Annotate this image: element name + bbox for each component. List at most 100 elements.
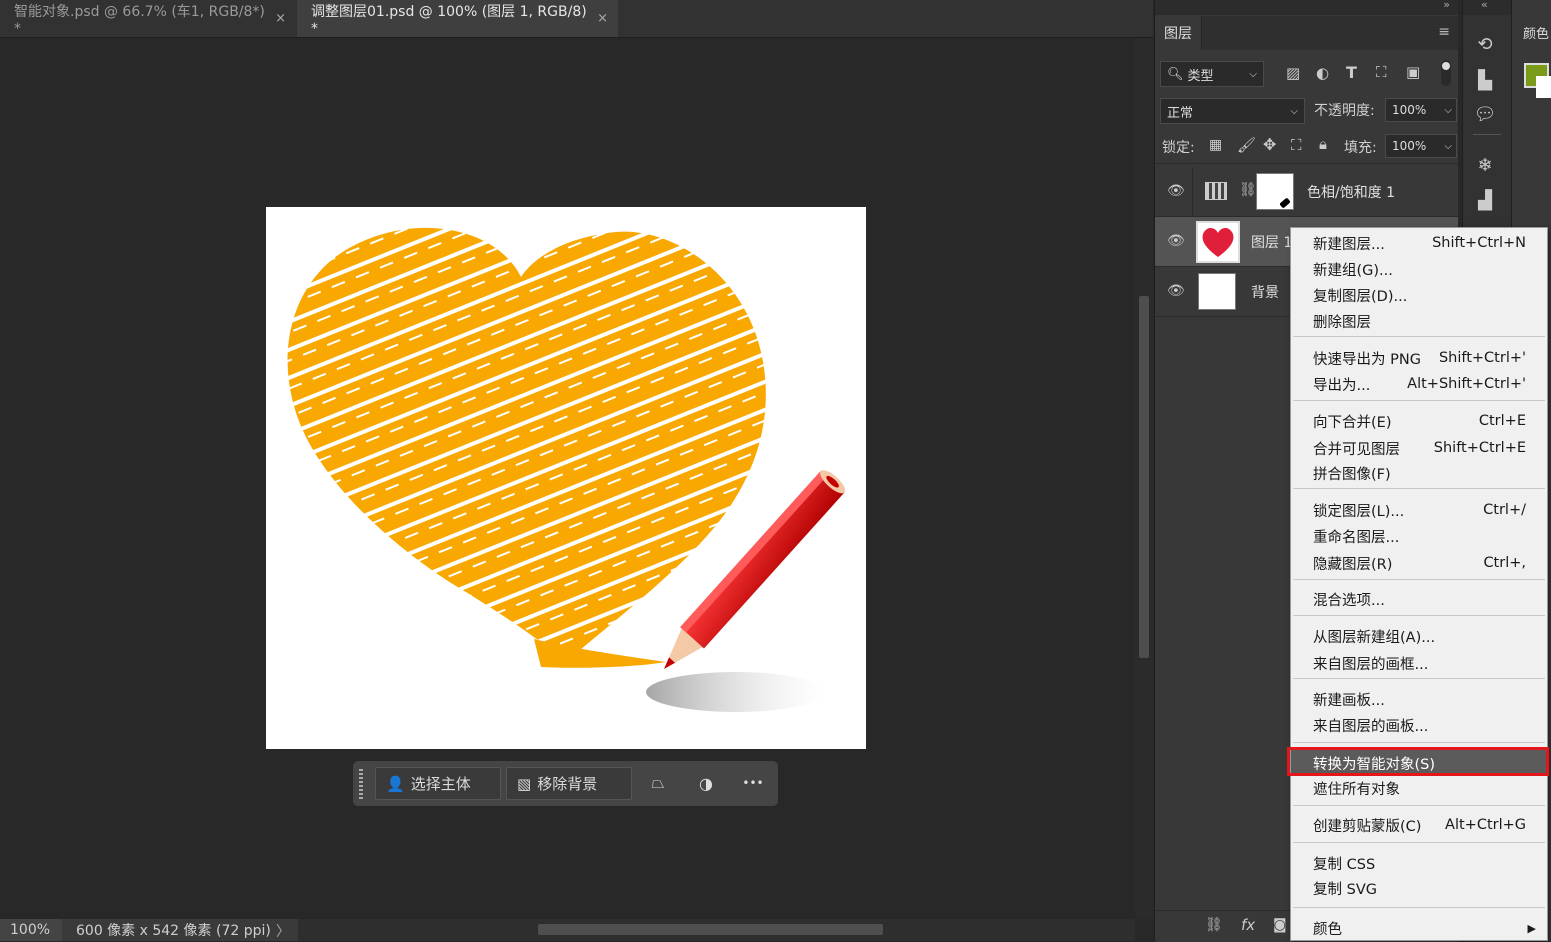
vertical-scrollbar[interactable] [1135,38,1153,919]
menu-item[interactable]: 混合选项... [1291,586,1547,612]
more-options-icon[interactable]: ••• [742,772,764,794]
remove-background-button[interactable]: ▧ 移除背景 [506,767,632,800]
heart-thumbnail-icon [1202,227,1234,257]
menu-item[interactable]: 复制 CSS [1291,850,1547,876]
menu-item[interactable]: 复制 SVG [1291,875,1547,901]
layer-mask-thumbnail[interactable] [1256,173,1294,210]
menu-item[interactable]: 删除图层 [1291,308,1547,334]
tab-color[interactable]: 颜色 [1523,23,1549,42]
link-icon[interactable]: ⛓︎ [1239,182,1257,198]
menu-item[interactable]: 导出为... Alt+Shift+Ctrl+' [1291,371,1547,397]
menu-item[interactable]: 复制图层(D)... [1291,282,1547,308]
add-mask-icon[interactable]: ◙ [1273,917,1287,933]
comments-icon[interactable]: 💬︎ [1473,102,1497,126]
menu-item[interactable]: 来自图层的画框... [1291,650,1547,676]
link-layers-icon[interactable]: ⛓︎ [1205,917,1223,933]
zoom-level[interactable]: 100% [0,919,62,941]
shape-filter-icon[interactable]: ⛶ [1376,63,1387,81]
eye-icon[interactable]: 👁︎ [1167,233,1185,249]
menu-item-label: 遮住所有对象 [1313,781,1400,798]
background-color-swatch[interactable] [1536,76,1551,98]
lock-artboard-icon[interactable]: ⛶ [1291,136,1302,154]
layer-row-hue-saturation[interactable]: 👁︎ ⛓︎ 色相/饱和度 1 [1155,167,1458,217]
menu-item[interactable]: 颜色 ▶ [1291,915,1547,941]
close-icon[interactable]: × [597,11,608,26]
eye-icon[interactable]: 👁︎ [1167,283,1185,299]
chevron-down-icon: ⌵ [1249,68,1257,80]
fill-input[interactable]: 100% ⌵ [1385,134,1457,158]
tab-layers[interactable]: 图层 [1155,16,1202,50]
fill-value: 100% [1392,139,1427,153]
menu-item-label: 新建画板... [1313,692,1385,709]
adjustment-filter-icon[interactable]: ◐ [1316,64,1329,82]
menu-separator [1293,488,1545,489]
type-filter-icon[interactable]: T [1346,63,1357,82]
menu-separator [1293,400,1545,401]
menu-item-label: 复制图层(D)... [1313,288,1408,305]
scroll-thumb[interactable] [538,924,883,935]
menu-item[interactable]: 遮住所有对象 [1291,775,1547,801]
menu-item[interactable]: 新建画板... [1291,686,1547,712]
horizontal-scrollbar[interactable] [298,919,1135,941]
blend-mode-select[interactable]: 正常 ⌵ [1160,98,1305,124]
filter-toggle[interactable] [1441,60,1451,86]
menu-item-shortcut: Alt+Shift+Ctrl+' [1407,376,1526,392]
drag-handle[interactable] [359,769,363,799]
lock-all-icon[interactable]: 🔒︎ [1319,135,1327,153]
scroll-thumb[interactable] [1139,296,1149,658]
select-subject-button[interactable]: 👤 选择主体 [375,767,501,800]
menu-item-label: 来自图层的画框... [1313,656,1429,673]
smart-object-filter-icon[interactable]: ▣ [1406,63,1420,81]
layer-name[interactable]: 背景 [1251,282,1279,302]
pixel-filter-icon[interactable]: ▨ [1286,64,1300,82]
menu-item[interactable]: 新建图层... Shift+Ctrl+N [1291,230,1547,256]
menu-separator [1293,579,1545,580]
menu-item[interactable]: 从图层新建组(A)... [1291,623,1547,649]
lock-transparent-icon[interactable]: ▦ [1209,137,1222,153]
menu-item[interactable]: 创建剪贴蒙版(C) Alt+Ctrl+G [1291,812,1547,838]
navigator-icon[interactable]: ❄ [1473,153,1497,177]
menu-separator [1293,805,1545,806]
fill-label: 填充: [1344,140,1377,156]
collapse-icon[interactable]: » [1443,0,1450,11]
menu-item[interactable]: 隐藏图层(R) Ctrl+, [1291,550,1547,576]
tab-smart-object[interactable]: 智能对象.psd @ 66.7% (车1, RGB/8*) * × [0,0,296,37]
opacity-input[interactable]: 100% ⌵ [1385,98,1457,122]
history-icon[interactable]: ⟲ [1473,32,1497,56]
tab-label: 智能对象.psd @ 66.7% (车1, RGB/8*) * [14,3,265,37]
layer-filter-select[interactable]: 🔍︎ 类型 ⌵ [1160,61,1264,87]
document-info: 600 像素 x 542 像素 (72 ppi) [76,923,271,939]
document-canvas[interactable] [266,207,866,749]
menu-item[interactable]: 合并可见图层 Shift+Ctrl+E [1291,435,1547,461]
select-subject-label: 选择主体 [410,775,471,793]
tab-adjust-layer[interactable]: 调整图层01.psd @ 100% (图层 1, RGB/8) * × [297,0,618,37]
panel-menu-icon[interactable]: ≡ [1438,24,1450,40]
menu-item[interactable]: 来自图层的画板... [1291,712,1547,738]
plugins-icon[interactable]: ▙ [1473,68,1497,92]
expand-icon[interactable]: « [1481,0,1488,11]
close-icon[interactable]: × [275,11,286,26]
fx-icon[interactable]: fx [1241,916,1255,934]
menu-item-label: 合并可见图层 [1313,441,1400,458]
menu-item[interactable]: 向下合并(E) Ctrl+E [1291,408,1547,434]
transform-icon[interactable]: ⏢ [647,772,669,794]
menu-item-label: 复制 CSS [1313,856,1376,873]
panel-header-bar: » [1155,0,1458,15]
layer-name[interactable]: 色相/饱和度 1 [1307,182,1395,202]
lock-position-icon[interactable]: ✥ [1263,135,1276,154]
layer-thumbnail[interactable] [1196,221,1240,263]
adjustment-icon[interactable]: ◑ [695,772,717,794]
menu-item[interactable]: 锁定图层(L)... Ctrl+/ [1291,497,1547,523]
menu-item-label: 颜色 [1313,921,1342,938]
layer-thumbnail[interactable] [1198,273,1236,310]
menu-item[interactable]: 拼合图像(F) [1291,460,1547,486]
lock-brush-icon[interactable]: 🖌︎ [1237,136,1256,154]
menu-item[interactable]: 快速导出为 PNG Shift+Ctrl+' [1291,345,1547,371]
histogram-icon[interactable]: ▟ [1473,188,1497,212]
eye-icon[interactable]: 👁︎ [1167,183,1185,199]
chevron-right-icon[interactable]: 〉 [276,921,290,941]
menu-item[interactable]: 新建组(G)... [1291,256,1547,282]
menu-item[interactable]: 重命名图层... [1291,523,1547,549]
layer-name[interactable]: 图层 1 [1251,232,1292,252]
menu-item-label: 向下合并(E) [1313,414,1392,431]
